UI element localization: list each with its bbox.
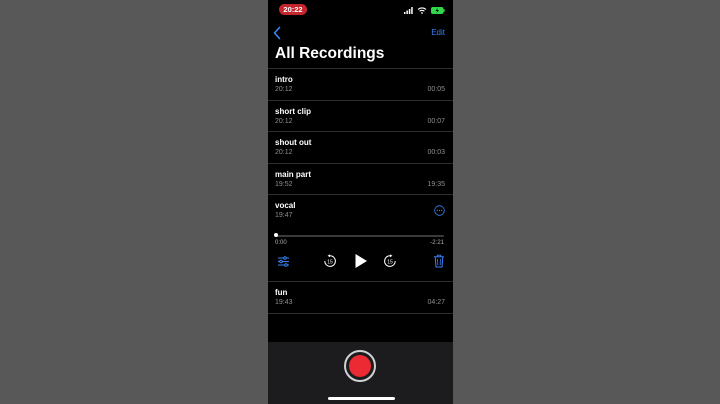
recording-name: short clip: [275, 106, 312, 116]
recording-duration: 00:07: [427, 117, 445, 125]
recording-name: shout out: [275, 138, 312, 147]
recording-duration: 19:35: [427, 180, 445, 188]
recording-name: main part: [275, 169, 312, 179]
recording-row-main-part[interactable]: main part 19:52 19:35: [268, 162, 453, 195]
list-divider: [268, 312, 453, 314]
recording-date: 20:12: [275, 117, 293, 125]
recording-duration: 04:27: [427, 299, 445, 306]
recording-row-short-clip[interactable]: short clip 20:12 00:07: [268, 99, 453, 132]
edit-button[interactable]: Edit: [431, 28, 445, 37]
record-button[interactable]: [344, 350, 376, 382]
playback-controls: 15 15: [268, 249, 453, 275]
recording-duration: 00:05: [427, 86, 445, 93]
recordings-list: intro 20:12 00:05 short clip 20:12 00:07…: [268, 68, 453, 314]
recording-date: 20:12: [275, 149, 293, 156]
signal-icon: [404, 6, 413, 14]
recording-date: 19:47: [275, 212, 293, 219]
recording-name: fun: [275, 288, 288, 297]
record-panel: [268, 342, 453, 404]
scrubber-handle[interactable]: [273, 232, 278, 237]
status-icons: [404, 5, 445, 15]
recording-date: 19:43: [275, 299, 293, 306]
recording-row-shout-out[interactable]: shout out 20:12 00:03: [268, 131, 453, 163]
phone-screen: 20:22 Edit All Recordings intro 20:12 00…: [268, 0, 453, 404]
recording-row-intro[interactable]: intro 20:12 00:05: [268, 68, 453, 100]
recording-date: 20:12: [275, 86, 293, 93]
playback-scrubber[interactable]: [275, 235, 444, 237]
ellipsis-circle-icon[interactable]: [434, 205, 445, 216]
home-indicator[interactable]: [328, 397, 395, 400]
recording-duration: 00:03: [427, 149, 445, 156]
page-title: All Recordings: [275, 45, 385, 62]
recording-name: vocal: [275, 201, 296, 210]
recording-row-vocal-expanded[interactable]: vocal 19:47 0:00 -2:21 15 15: [268, 194, 453, 281]
wifi-icon: [417, 6, 427, 14]
recording-name: intro: [275, 75, 293, 84]
trash-icon[interactable]: [433, 254, 445, 268]
status-bar: 20:22: [268, 0, 453, 20]
svg-text:15: 15: [327, 259, 333, 265]
status-time[interactable]: 20:22: [279, 4, 307, 15]
skip-back-15-icon[interactable]: 15: [323, 254, 337, 268]
play-icon[interactable]: [354, 253, 368, 269]
chevron-left-icon[interactable]: [272, 26, 282, 40]
navigation-bar: Edit: [268, 24, 453, 42]
recording-row-fun[interactable]: fun 19:43 04:27: [268, 281, 453, 313]
record-icon: [348, 354, 371, 377]
battery-charging-icon: [431, 6, 445, 14]
elapsed-time: 0:00: [275, 240, 287, 246]
svg-text:15: 15: [387, 259, 393, 265]
recording-date: 19:52: [275, 180, 293, 188]
remaining-time: -2:21: [430, 240, 444, 246]
skip-forward-15-icon[interactable]: 15: [383, 254, 397, 268]
sliders-icon[interactable]: [277, 255, 290, 268]
